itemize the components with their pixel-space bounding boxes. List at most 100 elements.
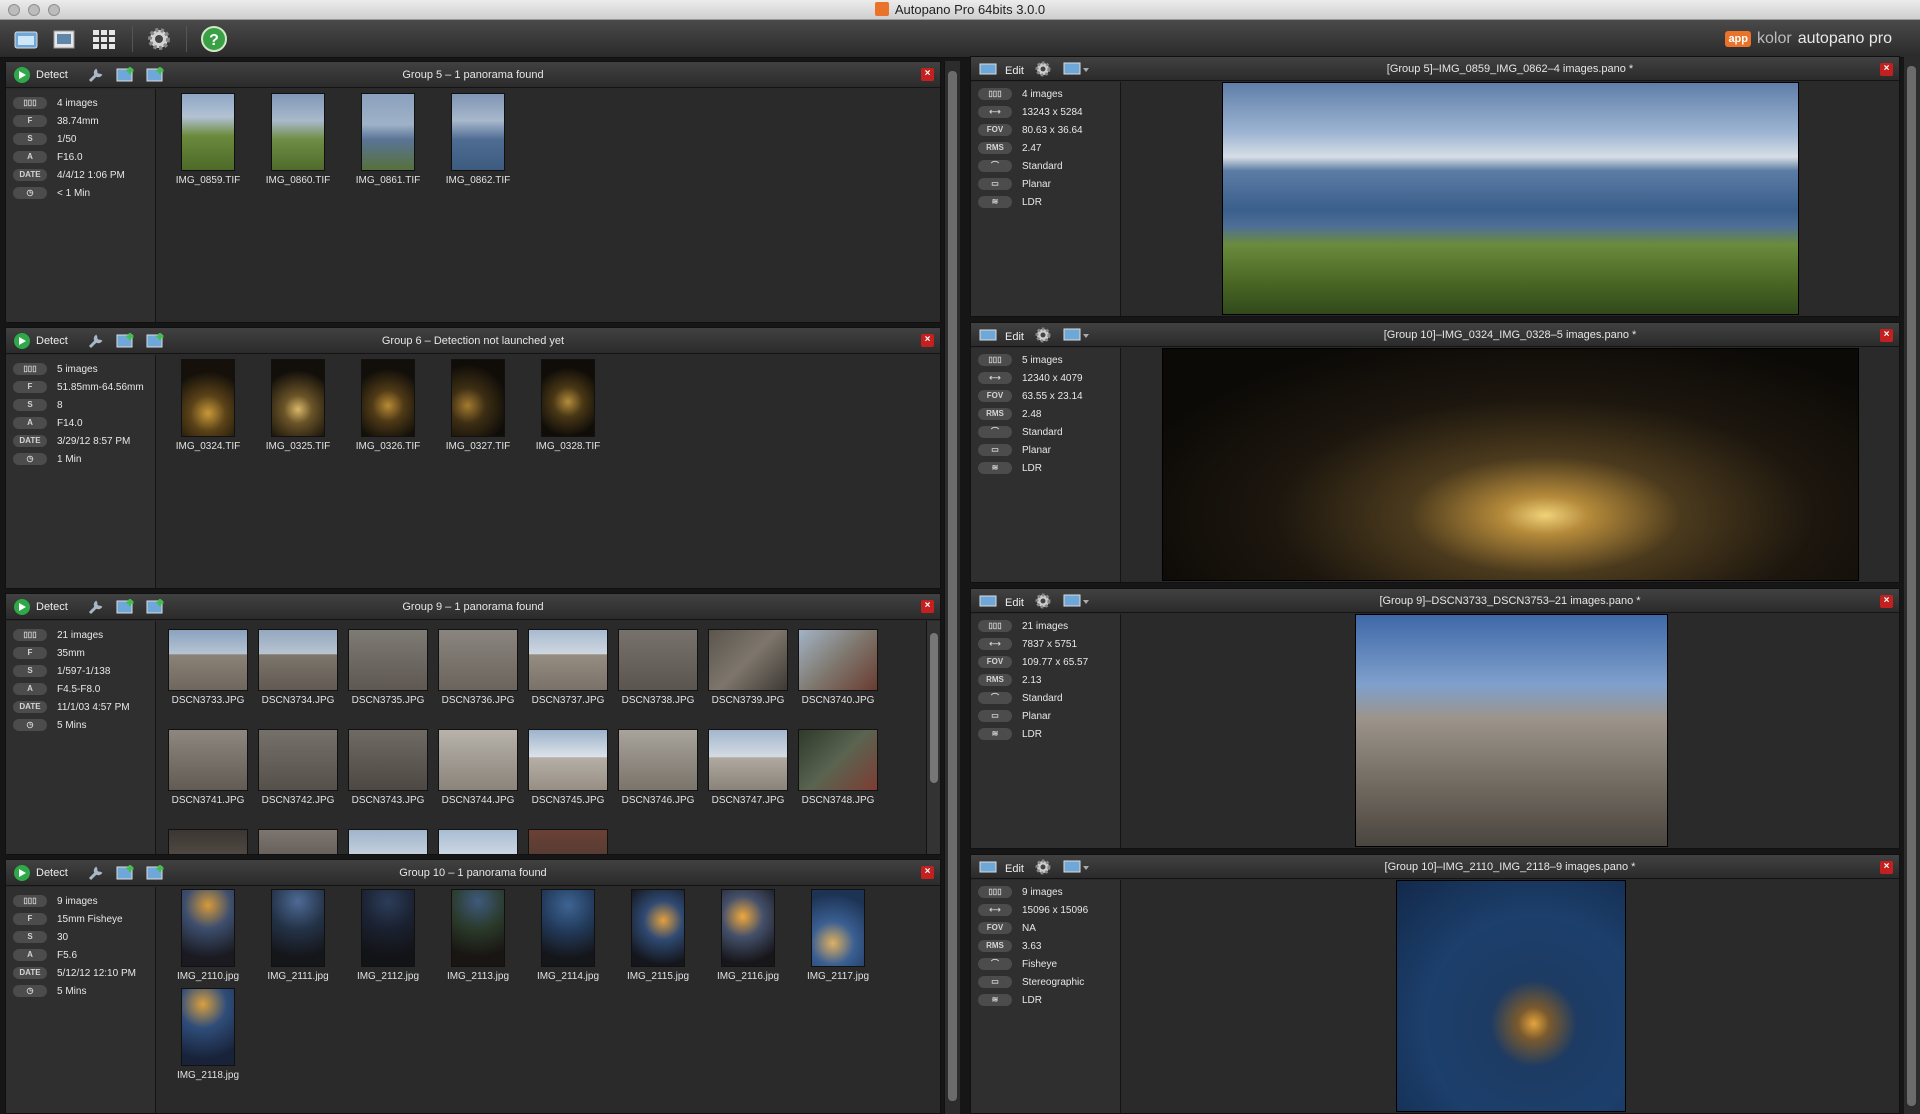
- image-thumbnail[interactable]: [433, 829, 523, 854]
- close-icon[interactable]: ×: [921, 68, 934, 81]
- image-thumbnail[interactable]: DSCN3745.JPG: [523, 729, 613, 806]
- image-thumbnail[interactable]: IMG_0324.TIF: [163, 359, 253, 452]
- panorama-title: [Group 9]–DSCN3733_DSCN3753–21 images.pa…: [1379, 595, 1641, 607]
- image-thumbnail[interactable]: IMG_2110.jpg: [163, 889, 253, 982]
- group-info: ▯▯▯ 9 images F 15mm Fisheye S 30 A F5.6 DATE…: [6, 887, 156, 1113]
- panorama-preview-image[interactable]: [1162, 348, 1859, 581]
- image-thumbnail[interactable]: DSCN3736.JPG: [433, 629, 523, 706]
- image-thumbnail[interactable]: DSCN3740.JPG: [793, 629, 883, 706]
- panorama-preview-image[interactable]: [1396, 880, 1626, 1112]
- close-icon[interactable]: ×: [1880, 595, 1893, 608]
- image-thumbnail[interactable]: [253, 829, 343, 854]
- window-zoom-button[interactable]: [48, 4, 60, 16]
- edit-pano-icon: [979, 62, 999, 79]
- panorama-panel: Edit [Group 5]–IMG_0859_IMG_0862–4 image…: [970, 56, 1900, 317]
- group-title: Group 9 – 1 panorama found: [402, 601, 544, 613]
- dynamic-range-icon: ≋: [978, 462, 1012, 474]
- close-icon[interactable]: ×: [921, 600, 934, 613]
- panorama-list-scrollbar[interactable]: [1904, 56, 1920, 1114]
- image-thumbnail[interactable]: IMG_2117.jpg: [793, 889, 883, 982]
- group-list-scrollbar[interactable]: [944, 61, 960, 1114]
- image-thumbnail[interactable]: DSCN3734.JPG: [253, 629, 343, 706]
- group-list-pane: Detect Group 5 – 1 panorama found × ▯▯▯ 4…: [5, 61, 941, 1114]
- image-thumbnail[interactable]: IMG_0861.TIF: [343, 93, 433, 186]
- image-thumbnail[interactable]: DSCN3744.JPG: [433, 729, 523, 806]
- render-settings-gear-icon[interactable]: [1033, 326, 1053, 344]
- image-thumbnail[interactable]: [163, 829, 253, 854]
- window-minimize-button[interactable]: [28, 4, 40, 16]
- edit-button[interactable]: Edit: [979, 62, 1024, 79]
- close-icon[interactable]: ×: [1880, 329, 1893, 342]
- edit-button[interactable]: Edit: [979, 860, 1024, 877]
- render-settings-gear-icon[interactable]: [1033, 858, 1053, 876]
- image-thumbnail[interactable]: IMG_2118.jpg: [163, 988, 253, 1081]
- group-scrollbar[interactable]: [926, 621, 940, 854]
- image-thumbnail[interactable]: IMG_0328.TIF: [523, 359, 613, 452]
- render-dropdown-icon[interactable]: [1063, 60, 1089, 78]
- panorama-list-pane: Edit [Group 5]–IMG_0859_IMG_0862–4 image…: [970, 56, 1900, 1114]
- panorama-panel: Edit [Group 10]–IMG_0324_IMG_0328–5 imag…: [970, 322, 1900, 583]
- image-thumbnail[interactable]: IMG_2116.jpg: [703, 889, 793, 982]
- edit-button[interactable]: Edit: [979, 328, 1024, 345]
- panorama-header: Edit [Group 5]–IMG_0859_IMG_0862–4 image…: [971, 57, 1899, 81]
- image-thumbnail[interactable]: IMG_0325.TIF: [253, 359, 343, 452]
- clock-icon: ◷: [13, 453, 47, 465]
- image-thumbnail[interactable]: DSCN3733.JPG: [163, 629, 253, 706]
- open-images-icon[interactable]: [12, 25, 40, 53]
- image-thumbnail[interactable]: IMG_2113.jpg: [433, 889, 523, 982]
- image-thumbnail[interactable]: DSCN3737.JPG: [523, 629, 613, 706]
- panorama-preview-image[interactable]: [1222, 82, 1799, 315]
- dynamic-range-icon: ≋: [978, 994, 1012, 1006]
- render-settings-gear-icon[interactable]: [1033, 592, 1053, 610]
- images-count-icon: ▯▯▯: [13, 97, 47, 109]
- image-thumbnail[interactable]: IMG_2112.jpg: [343, 889, 433, 982]
- image-thumbnail[interactable]: IMG_0862.TIF: [433, 93, 523, 186]
- close-icon[interactable]: ×: [1880, 63, 1893, 76]
- close-icon[interactable]: ×: [1880, 861, 1893, 874]
- image-thumbnail[interactable]: IMG_0859.TIF: [163, 93, 253, 186]
- close-icon[interactable]: ×: [921, 866, 934, 879]
- image-thumbnail[interactable]: [523, 829, 613, 854]
- render-settings-gear-icon[interactable]: [1033, 60, 1053, 78]
- image-thumbnail[interactable]: DSCN3743.JPG: [343, 729, 433, 806]
- settings-gear-icon[interactable]: [145, 25, 173, 53]
- image-thumbnail[interactable]: [343, 829, 433, 854]
- panorama-panel: Edit [Group 9]–DSCN3733_DSCN3753–21 imag…: [970, 588, 1900, 849]
- image-thumbnail[interactable]: IMG_0326.TIF: [343, 359, 433, 452]
- close-icon[interactable]: ×: [921, 334, 934, 347]
- image-thumbnail[interactable]: DSCN3746.JPG: [613, 729, 703, 806]
- size-arrows-icon: ⟷: [978, 904, 1012, 916]
- images-count-icon: ▯▯▯: [13, 895, 47, 907]
- image-thumbnail[interactable]: IMG_0860.TIF: [253, 93, 343, 186]
- panorama-header: Edit [Group 10]–IMG_0324_IMG_0328–5 imag…: [971, 323, 1899, 347]
- image-thumbnail[interactable]: DSCN3742.JPG: [253, 729, 343, 806]
- image-thumbnail[interactable]: IMG_2114.jpg: [523, 889, 613, 982]
- image-thumbnail[interactable]: DSCN3748.JPG: [793, 729, 883, 806]
- image-thumbnail[interactable]: DSCN3747.JPG: [703, 729, 793, 806]
- render-dropdown-icon[interactable]: [1063, 592, 1089, 610]
- quality-icon: ⌒: [978, 426, 1012, 438]
- thumbnail-grid: IMG_2110.jpg IMG_2111.jpg IMG_2112.jpg I…: [163, 887, 936, 1113]
- dynamic-range-icon: ≋: [978, 196, 1012, 208]
- render-dropdown-icon[interactable]: [1063, 858, 1089, 876]
- panorama-info: ▯▯▯ 21 images ⟷ 7837 x 5751 FOV 109.77 x 65…: [971, 614, 1121, 848]
- image-thumbnail[interactable]: DSCN3738.JPG: [613, 629, 703, 706]
- group-title: Group 10 – 1 panorama found: [399, 867, 547, 879]
- image-thumbnail[interactable]: DSCN3739.JPG: [703, 629, 793, 706]
- image-thumbnail[interactable]: DSCN3741.JPG: [163, 729, 253, 806]
- images-count-icon: ▯▯▯: [13, 363, 47, 375]
- edit-button[interactable]: Edit: [979, 594, 1024, 611]
- images-count-icon: ▯▯▯: [978, 88, 1012, 100]
- panorama-preview-image[interactable]: [1355, 614, 1668, 847]
- size-arrows-icon: ⟷: [978, 106, 1012, 118]
- panorama-info: ▯▯▯ 9 images ⟷ 15096 x 15096 FOV NA RMS 3.63…: [971, 880, 1121, 1113]
- import-folder-icon[interactable]: [50, 25, 78, 53]
- image-thumbnail[interactable]: DSCN3735.JPG: [343, 629, 433, 706]
- window-close-button[interactable]: [8, 4, 20, 16]
- image-thumbnail[interactable]: IMG_0327.TIF: [433, 359, 523, 452]
- grid-view-icon[interactable]: [90, 25, 118, 53]
- help-icon[interactable]: ?: [200, 25, 228, 53]
- image-thumbnail[interactable]: IMG_2115.jpg: [613, 889, 703, 982]
- render-dropdown-icon[interactable]: [1063, 326, 1089, 344]
- image-thumbnail[interactable]: IMG_2111.jpg: [253, 889, 343, 982]
